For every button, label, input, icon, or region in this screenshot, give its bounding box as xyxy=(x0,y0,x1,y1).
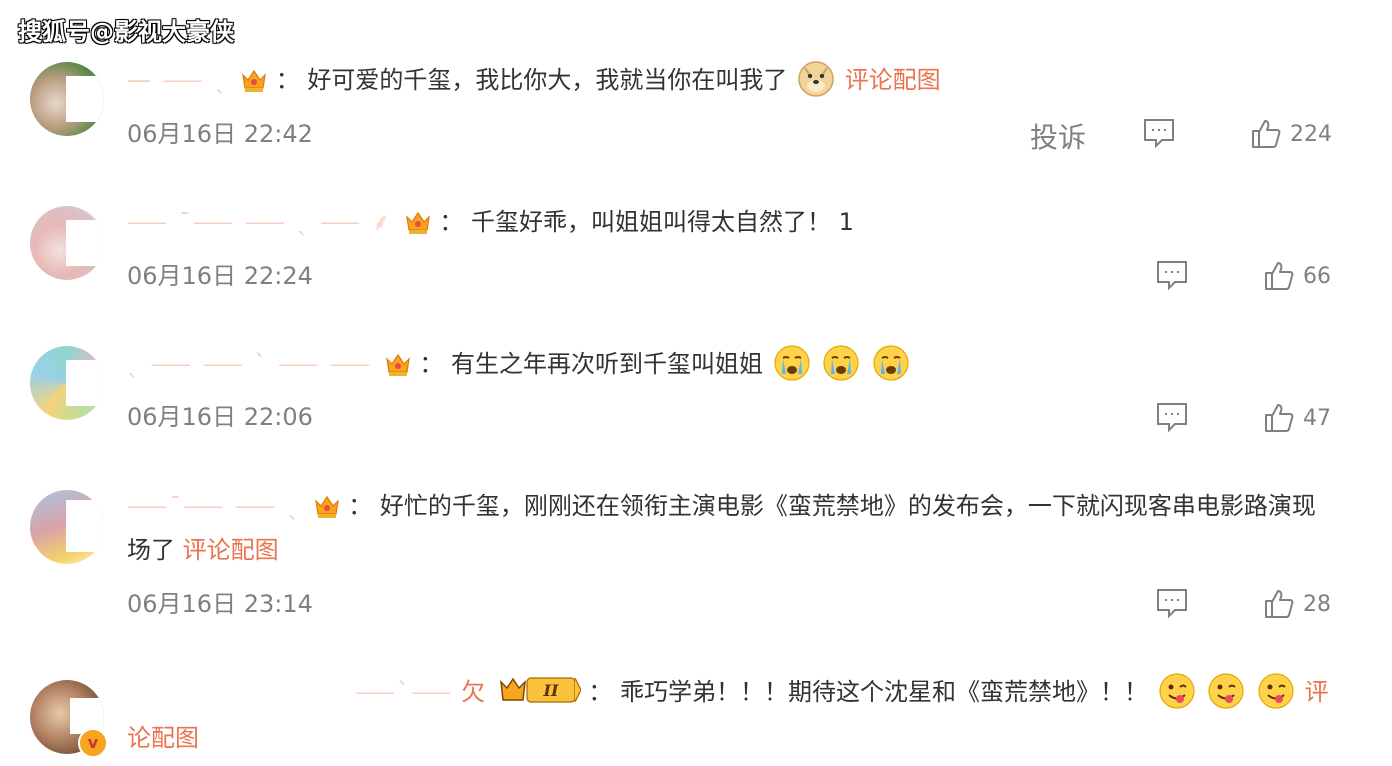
comment-text: 有生之年再次听到千玺叫姐姐 xyxy=(450,350,763,378)
comment-icon[interactable] xyxy=(1155,400,1189,434)
doge-emoji-icon xyxy=(798,61,834,97)
verified-badge-icon: v xyxy=(78,728,108,758)
thumbs-up-icon xyxy=(1265,590,1294,618)
tongue-emoji-icon xyxy=(1258,673,1294,709)
crown-icon xyxy=(405,211,430,234)
image-link-part2[interactable]: 论配图 xyxy=(127,724,199,752)
comment-text: 好忙的千玺，刚刚还在领衔主演电影《蛮荒禁地》的发布会，一下就闪现客串电影路演现 xyxy=(379,492,1316,520)
avatar[interactable] xyxy=(30,206,104,280)
tongue-emoji-icon xyxy=(1159,673,1195,709)
like-count: 28 xyxy=(1303,591,1331,617)
like-count: 224 xyxy=(1290,121,1332,147)
comment-line: ˎ ⸺ ⸺ ˋ ⸺ ⸺ ： 有生之年再次听到千玺叫姐姐 xyxy=(127,342,912,386)
crown-icon xyxy=(385,353,410,376)
separator: ： xyxy=(588,678,613,706)
comment-line-continued: 场了 评论配图 xyxy=(127,528,279,572)
comment-line-continued: 论配图 xyxy=(127,716,199,760)
comment-text-continued: 场了 xyxy=(127,536,175,564)
comment-line: — ⸺ ˎ ： 好可爱的千玺，我比你大，我就当你在叫我了 评论配图 xyxy=(127,58,941,102)
crown-icon xyxy=(314,495,339,518)
like-button[interactable]: 28 xyxy=(1263,588,1331,620)
separator: ： xyxy=(439,208,464,236)
comment-icon[interactable] xyxy=(1142,116,1176,150)
crown-icon xyxy=(242,69,266,92)
separator: ： xyxy=(348,492,373,520)
comment-text: 千玺好乖，叫姐姐叫得太自然了！ 1 xyxy=(470,208,854,236)
username[interactable]: — ⸺ ˎ xyxy=(127,66,228,94)
timestamp: 06月16日 22:06 xyxy=(127,403,313,431)
comment-text: 好可爱的千玺，我比你大，我就当你在叫我了 xyxy=(307,66,788,94)
timestamp: 06月16日 23:14 xyxy=(127,590,313,618)
comment-line: ⸺ˋ⸺ 欠 II ： 乖巧学弟！！！期待这个沈星和《蛮荒禁地》！！ 评 xyxy=(127,670,1329,714)
username[interactable]: 欠 xyxy=(461,678,485,706)
tongue-emoji-icon xyxy=(1208,673,1244,709)
comment-feed: 搜狐号@影视大豪侠 — ⸺ ˎ ： 好可爱的千玺，我比你大，我就当你在叫我了 评… xyxy=(0,0,1392,766)
avatar[interactable] xyxy=(30,346,104,420)
comment-text: 乖巧学弟！！！期待这个沈星和《蛮荒禁地》！！ xyxy=(620,678,1149,706)
image-link[interactable]: 评论配图 xyxy=(183,536,279,564)
thumbs-up-icon xyxy=(1265,262,1294,290)
avatar[interactable] xyxy=(30,490,104,564)
username[interactable]: ⸺ ˉ⸺ ⸺ ˎ ⸺ ⸙ xyxy=(127,208,392,236)
username[interactable]: ⸺ˉ⸺ ⸺ ˎ xyxy=(127,492,301,520)
timestamp: 06月16日 22:24 xyxy=(127,262,313,290)
watermark: 搜狐号@影视大豪侠 xyxy=(18,18,234,46)
report-button[interactable]: 投诉 xyxy=(1030,116,1086,156)
image-link[interactable]: 评论配图 xyxy=(845,66,941,94)
crown-level-badge-icon: II xyxy=(499,677,581,703)
avatar[interactable] xyxy=(30,62,104,136)
comment-line: ⸺ˉ⸺ ⸺ ˎ ： 好忙的千玺，刚刚还在领衔主演电影《蛮荒禁地》的发布会，一下就… xyxy=(127,484,1316,528)
separator: ： xyxy=(419,350,444,378)
comment-line: ⸺ ˉ⸺ ⸺ ˎ ⸺ ⸙ ： 千玺好乖，叫姐姐叫得太自然了！ 1 xyxy=(127,200,854,244)
like-count: 47 xyxy=(1303,405,1331,431)
crying-emoji-icon xyxy=(823,345,859,381)
like-button[interactable]: 66 xyxy=(1263,260,1331,292)
comment-icon[interactable] xyxy=(1155,586,1189,620)
separator: ： xyxy=(275,66,300,94)
crying-emoji-icon xyxy=(774,345,810,381)
thumbs-up-icon xyxy=(1265,404,1294,432)
like-button[interactable]: 224 xyxy=(1250,118,1332,150)
level-text: II xyxy=(542,681,558,700)
thumbs-up-icon xyxy=(1252,120,1281,148)
like-button[interactable]: 47 xyxy=(1263,402,1331,434)
image-link-part1[interactable]: 评 xyxy=(1305,678,1329,706)
username-mask: ⸺ˋ⸺ xyxy=(355,678,454,706)
timestamp: 06月16日 22:42 xyxy=(127,120,313,148)
comment-icon[interactable] xyxy=(1155,258,1189,292)
crying-emoji-icon xyxy=(873,345,909,381)
like-count: 66 xyxy=(1303,263,1331,289)
username[interactable]: ˎ ⸺ ⸺ ˋ ⸺ ⸺ xyxy=(127,350,372,378)
